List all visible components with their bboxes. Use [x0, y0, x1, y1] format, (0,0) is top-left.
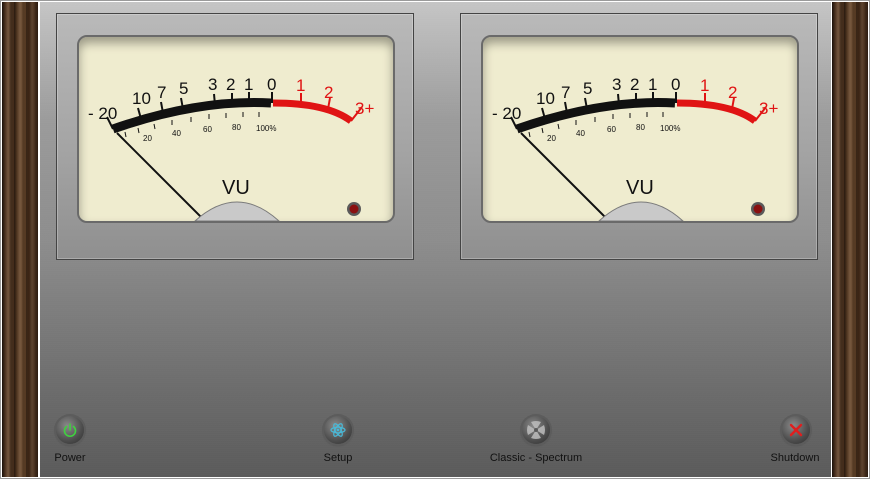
svg-text:2: 2: [226, 75, 235, 94]
svg-text:7: 7: [561, 83, 570, 102]
right-wood-panel: [832, 2, 868, 477]
svg-text:100%: 100%: [660, 124, 680, 133]
svg-text:- 20: - 20: [88, 104, 117, 123]
scale-arc-red: [272, 99, 354, 124]
power-label: Power: [54, 452, 86, 464]
setup-label: Setup: [323, 452, 353, 464]
svg-text:1: 1: [244, 75, 253, 94]
svg-text:3: 3: [612, 75, 621, 94]
svg-text:40: 40: [172, 129, 181, 138]
shutdown-button[interactable]: [782, 416, 810, 444]
svg-text:7: 7: [157, 83, 166, 102]
vu-label: VU: [222, 177, 250, 199]
percent-labels: 20 40 60 80 100%: [547, 123, 680, 143]
power-button[interactable]: [56, 416, 84, 444]
shutdown-label: Shutdown: [770, 452, 820, 464]
classic-spectrum-label: Classic - Spectrum: [489, 452, 583, 464]
svg-text:1: 1: [296, 76, 305, 95]
svg-text:3+: 3+: [759, 99, 778, 118]
vu-meter-app: - 20 10 7 5 3 2 1 0 1 2 3+ 20 40 60 80 1…: [0, 0, 870, 479]
svg-text:2: 2: [728, 83, 737, 102]
svg-text:10: 10: [132, 89, 151, 108]
svg-text:3+: 3+: [355, 99, 374, 118]
svg-text:1: 1: [648, 75, 657, 94]
meter-dial: - 20 10 7 5 3 2 1 0 1 2 3+ 20 40 60 80 1…: [492, 75, 778, 221]
needle-hub-cover: [598, 201, 684, 221]
svg-text:- 20: - 20: [492, 104, 521, 123]
svg-text:1: 1: [700, 76, 709, 95]
right-vu-meter: - 20 10 7 5 3 2 1 0 1 2 3+ 20 40 60 80 1…: [460, 13, 818, 260]
svg-text:3: 3: [208, 75, 217, 94]
svg-text:2: 2: [630, 75, 639, 94]
svg-text:5: 5: [583, 79, 592, 98]
svg-text:80: 80: [232, 123, 241, 132]
power-icon: [63, 423, 77, 438]
svg-text:100%: 100%: [256, 124, 276, 133]
needle: [520, 132, 610, 221]
svg-text:60: 60: [203, 125, 212, 134]
svg-text:0: 0: [671, 75, 680, 94]
peak-led: [349, 204, 359, 214]
setup-button[interactable]: [324, 416, 352, 444]
fan-icon: [527, 421, 545, 439]
percent-labels: 20 40 60 80 100%: [143, 123, 276, 143]
svg-text:2: 2: [324, 83, 333, 102]
svg-text:0: 0: [267, 75, 276, 94]
atom-icon: [330, 423, 346, 437]
svg-text:60: 60: [607, 125, 616, 134]
svg-text:10: 10: [536, 89, 555, 108]
meter-face: - 20 10 7 5 3 2 1 0 1 2 3+ 20 40 60 80 1…: [481, 35, 799, 223]
meter-dial: - 20 10 7 5 3 2 1 0 1 2 3+ 20 40 60 80 1…: [88, 75, 374, 221]
svg-text:80: 80: [636, 123, 645, 132]
svg-text:20: 20: [143, 134, 152, 143]
needle: [116, 132, 206, 221]
svg-text:40: 40: [576, 129, 585, 138]
left-wood-panel: [2, 2, 38, 477]
peak-led: [753, 204, 763, 214]
svg-text:20: 20: [547, 134, 556, 143]
left-vu-meter: - 20 10 7 5 3 2 1 0 1 2 3+ 20 40 60 80 1…: [56, 13, 414, 260]
vu-label: VU: [626, 177, 654, 199]
scale-arc-red: [676, 99, 758, 124]
classic-spectrum-button[interactable]: [522, 416, 550, 444]
svg-text:5: 5: [179, 79, 188, 98]
meter-face: - 20 10 7 5 3 2 1 0 1 2 3+ 20 40 60 80 1…: [77, 35, 395, 223]
close-icon: [789, 423, 803, 437]
needle-hub-cover: [194, 201, 280, 221]
